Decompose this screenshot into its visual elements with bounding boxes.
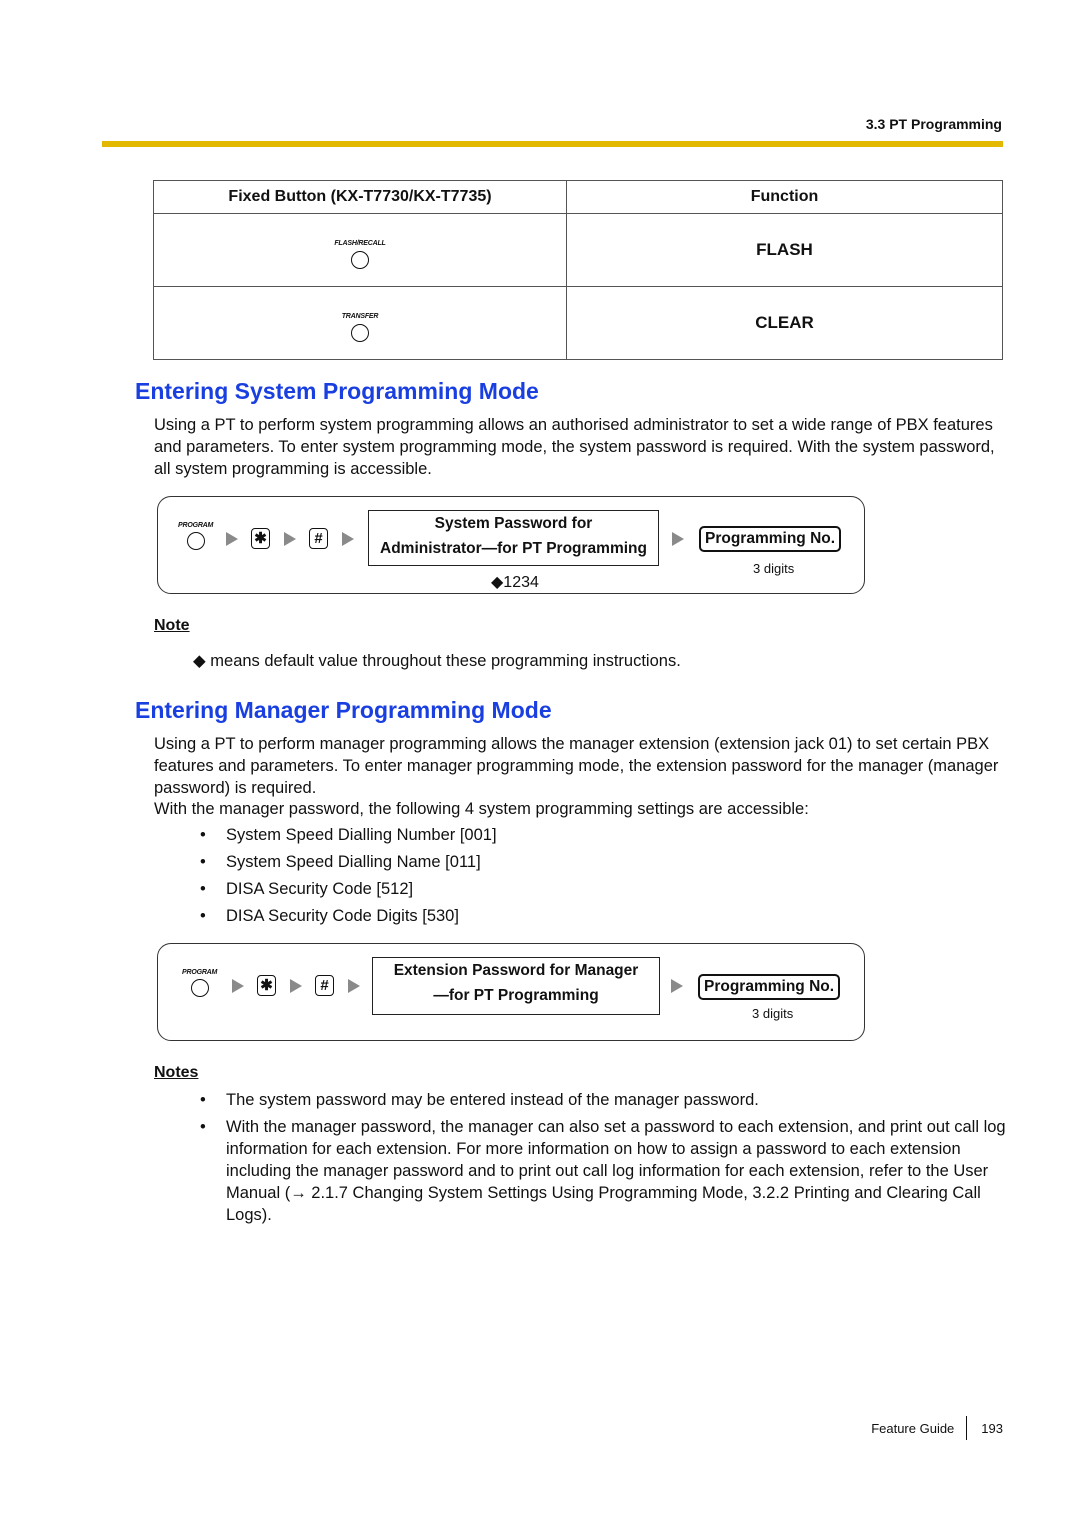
manager-mode-heading: Entering Manager Programming Mode [135, 697, 552, 723]
manager-password-box: Extension Password for Manager —for PT P… [372, 957, 660, 1015]
system-mode-heading: Entering System Programming Mode [135, 378, 539, 404]
arrow-right-icon [290, 979, 302, 993]
star-key-icon: ✱ [257, 975, 276, 996]
page-footer: Feature Guide 193 [871, 1416, 1003, 1440]
system-password-box: System Password for Administrator—for PT… [368, 510, 659, 566]
arrow-right-icon [226, 532, 238, 546]
footer-title: Feature Guide [871, 1420, 955, 1436]
star-key-icon: ✱ [251, 528, 270, 549]
list-item: DISA Security Code Digits [530] [200, 903, 497, 930]
button-circle-icon [190, 979, 209, 997]
digits-label: 3 digits [752, 1006, 794, 1021]
notes-list: The system password may be entered inste… [200, 1089, 1010, 1231]
table-header-row: Fixed Button (KX-T7730/KX-T7735) Functio… [153, 180, 1003, 214]
note-title: Note [154, 617, 190, 634]
arrow-right-icon [232, 979, 244, 993]
arrow-right-icon [284, 532, 296, 546]
manager-mode-paragraph: Using a PT to perform manager programmin… [154, 735, 999, 797]
program-button: PROGRAM [182, 969, 217, 997]
hash-key-icon: # [315, 975, 334, 996]
arrow-right-icon [348, 979, 360, 993]
list-item: The system password may be entered inste… [200, 1089, 1010, 1111]
programming-no-box: Programming No. [698, 974, 841, 1000]
system-mode-paragraph: Using a PT to perform system programming… [154, 416, 995, 478]
list-item: DISA Security Code [512] [200, 876, 497, 903]
manager-flow-diagram: PROGRAM ✱ # Extension Password for Manag… [157, 943, 865, 1041]
manager-mode-paragraph-2: With the manager password, the following… [154, 800, 809, 818]
function-label: CLEAR [755, 313, 814, 332]
table-row: TRANSFER CLEAR [153, 286, 1003, 360]
button-label: TRANSFER [341, 312, 379, 320]
notes-title: Notes [154, 1064, 199, 1081]
program-button: PROGRAM [178, 522, 213, 550]
digits-label: 3 digits [753, 561, 795, 576]
arrow-right-icon [672, 532, 684, 546]
system-flow-diagram: PROGRAM ✱ # System Password for Administ… [157, 496, 865, 594]
button-label: FLASH/RECALL [334, 239, 386, 247]
arrow-right-icon [671, 979, 683, 993]
footer-divider [966, 1416, 968, 1440]
function-label: FLASH [756, 240, 813, 259]
page-number: 193 [981, 1420, 1003, 1436]
button-circle-icon [350, 250, 369, 269]
column-header: Fixed Button (KX-T7730/KX-T7735) [153, 180, 567, 214]
fixed-button-table: Fixed Button (KX-T7730/KX-T7735) Functio… [153, 180, 1003, 360]
programming-no-box: Programming No. [699, 526, 842, 552]
accessible-settings-list: System Speed Dialling Number [001] Syste… [200, 822, 497, 930]
button-circle-icon [186, 532, 205, 550]
default-password: ◆1234 [491, 574, 539, 591]
header-rule [102, 141, 1003, 147]
list-item: System Speed Dialling Name [011] [200, 849, 497, 876]
button-circle-icon [350, 323, 369, 342]
arrow-right-icon [342, 532, 354, 546]
column-header: Function [566, 180, 1003, 214]
note-text: ◆ means default value throughout these p… [193, 652, 681, 670]
transfer-button: TRANSFER [341, 312, 379, 342]
table-row: FLASH/RECALL FLASH [153, 213, 1003, 287]
section-label: 3.3 PT Programming [865, 116, 1002, 132]
list-item: With the manager password, the manager c… [200, 1116, 1010, 1226]
hash-key-icon: # [309, 528, 328, 549]
list-item: System Speed Dialling Number [001] [200, 822, 497, 849]
flash-recall-button: FLASH/RECALL [334, 239, 386, 269]
